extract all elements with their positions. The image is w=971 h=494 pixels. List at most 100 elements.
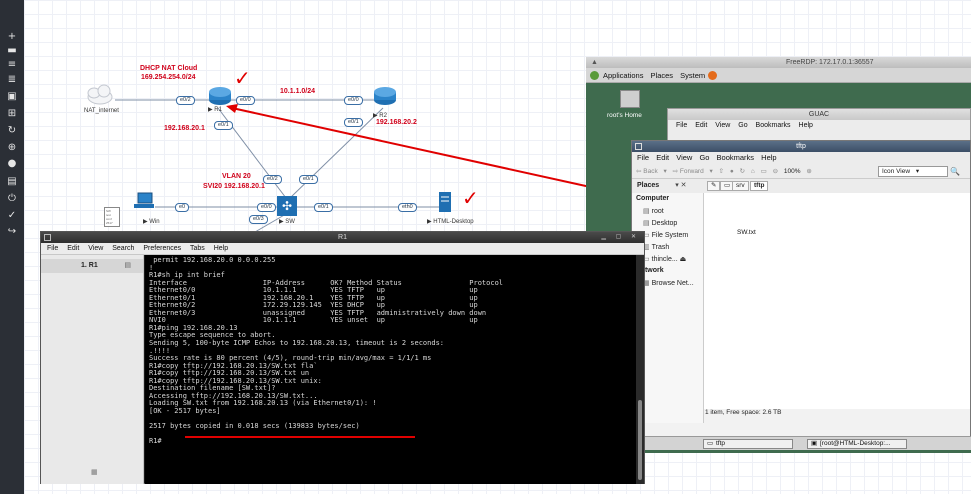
terminal-line: R1# <box>149 437 162 446</box>
r1-menu-preferences[interactable]: Preferences <box>143 245 181 252</box>
guac-menubar: File Edit View Go Bookmarks Help <box>668 120 970 132</box>
tftp-menu-view[interactable]: View <box>676 153 692 162</box>
vlan-svi: SVI20 192.168.20.1 <box>203 183 265 190</box>
port-sw-e01b: e0/1 <box>314 203 333 212</box>
sw-label[interactable]: ▶ SW <box>279 218 295 225</box>
terminal-line: [OK - 2517 bytes] <box>149 406 221 415</box>
guac-menu-help[interactable]: Help <box>799 122 813 129</box>
zoom-level: 100% <box>783 168 801 175</box>
rdp-taskbar: ▭ tftp ▣ [root@HTML-Desktop:... <box>645 436 971 450</box>
tftp-menu-bookmarks[interactable]: Bookmarks <box>717 153 755 162</box>
port-r2-e01: e0/1 <box>344 118 363 127</box>
sidebar-item-browse-network[interactable]: ▦ Browse Net... <box>643 279 694 287</box>
vlan-title: VLAN 20 <box>222 173 251 180</box>
file-name-label[interactable]: SW.txt <box>737 229 756 236</box>
terminal-line: 2517 bytes copied in 0.018 secs (139833 … <box>149 422 360 431</box>
rdp-top-panel: Applications Places System <box>586 68 971 83</box>
r1-menu-tabs[interactable]: Tabs <box>190 245 205 252</box>
stop-icon[interactable]: ● <box>730 168 734 175</box>
tftp-menu-go[interactable]: Go <box>699 153 709 162</box>
guac-menu-file[interactable]: File <box>676 122 687 129</box>
nat-label[interactable]: NAT_internet <box>84 108 119 114</box>
win-label[interactable]: ▶ Win <box>143 218 160 225</box>
terminal-output[interactable]: permit 192.168.20.0 0.0.0.255 ! R1#sh ip… <box>145 255 637 484</box>
dhcp-cloud-title: DHCP NAT Cloud <box>140 65 198 72</box>
guac-menu-view[interactable]: View <box>715 122 730 129</box>
tftp-menu-edit[interactable]: Edit <box>656 153 669 162</box>
tftp-menu-help[interactable]: Help <box>761 153 776 162</box>
folder-icon: ▭ <box>707 440 714 447</box>
r2-label[interactable]: ▶ R2 <box>373 112 387 119</box>
guac-menu-go[interactable]: Go <box>738 122 747 129</box>
home-folder-icon[interactable] <box>620 90 640 108</box>
zoom-in-icon[interactable]: ⊕ <box>806 168 811 175</box>
cloud-icon <box>87 84 113 105</box>
r1-menu-help[interactable]: Help <box>214 245 228 252</box>
port-r2-e00: e0/0 <box>344 96 363 105</box>
window-menu-icon[interactable] <box>635 143 642 150</box>
terminal-icon: ▣ <box>811 440 818 447</box>
terminal-line: Sending 5, 100-byte ICMP Echos to 192.16… <box>149 339 445 348</box>
breadcrumb-tftp[interactable]: tftp <box>750 181 769 191</box>
r1-label[interactable]: ▶ R1 <box>208 106 222 113</box>
html-desktop-label[interactable]: ▶ HTML-Desktop <box>427 218 474 225</box>
window-menu-icon[interactable] <box>44 234 51 241</box>
r1-menu-edit[interactable]: Edit <box>67 245 79 252</box>
router-r2-icon <box>374 87 396 105</box>
panel-menu-system[interactable]: System <box>680 71 705 80</box>
desktop-home-label[interactable]: root's Home <box>607 112 642 119</box>
port-sw-e03: e0/3 <box>249 215 268 224</box>
back-button[interactable]: ⇦ Back ▾ <box>636 168 667 175</box>
tftp-statusbar: 1 item, Free space: 2.6 TB <box>705 409 782 416</box>
r1-lan-ip: 192.168.20.1 <box>164 125 205 132</box>
guac-menu-bookmarks[interactable]: Bookmarks <box>756 122 791 129</box>
forward-button[interactable]: ⇨ Forward ▾ <box>673 168 713 175</box>
text-file-icon[interactable]: SW text conf 2517 <box>104 207 120 227</box>
computer-icon[interactable]: ▭ <box>761 168 767 175</box>
home-icon[interactable]: ⌂ <box>751 168 755 175</box>
sidebar-item-filesystem[interactable]: ▭ File System <box>643 231 688 239</box>
terminal-scrollbar[interactable] <box>636 255 644 484</box>
r1-menu-view[interactable]: View <box>88 245 103 252</box>
edit-location-icon[interactable]: ✎ <box>707 181 721 191</box>
router-r1-icon <box>209 87 231 105</box>
tab-r1[interactable]: 1. R1 ▤ <box>41 259 143 273</box>
r1-menu-file[interactable]: File <box>47 245 58 252</box>
file-view[interactable] <box>704 193 970 409</box>
sidebar-item-desktop[interactable]: ▤ Desktop <box>643 219 677 227</box>
sidebar-computer-header: Computer <box>636 195 670 202</box>
tftp-title: tftp <box>796 143 806 150</box>
taskbar-item-terminal[interactable]: ▣ [root@HTML-Desktop:... <box>807 439 907 449</box>
r1-menu-search[interactable]: Search <box>112 245 134 252</box>
view-mode-select[interactable]: Icon View ▾ <box>878 166 948 177</box>
breadcrumb-srv[interactable]: srv <box>732 181 749 191</box>
applications-icon <box>590 71 599 80</box>
up-icon[interactable]: ⇧ <box>719 168 724 175</box>
guac-title: GUAC <box>668 109 970 120</box>
server-icon <box>439 192 451 212</box>
tftp-window: tftp File Edit View Go Bookmarks Help ⇦ … <box>631 140 971 440</box>
sidebar-item-root[interactable]: ▤ root <box>643 207 664 215</box>
r1-title: R1 <box>338 234 347 241</box>
reload-icon[interactable]: ↻ <box>740 168 745 175</box>
r1-menubar: File Edit View Search Preferences Tabs H… <box>41 243 644 255</box>
sidebar-item-trash[interactable]: ▥ Trash <box>643 243 669 251</box>
taskbar-item-tftp[interactable]: ▭ tftp <box>703 439 793 449</box>
tab-menu-icon[interactable]: ▤ <box>124 259 131 273</box>
window-controls[interactable]: ▁ ▢ ✕ <box>601 232 640 243</box>
port-sw-e01: e0/1 <box>299 175 318 184</box>
r1-terminal-window: R1 ▁ ▢ ✕ File Edit View Search Preferenc… <box>40 231 645 484</box>
terminal-line: Loading SW.txt from 192.168.20.13 (via E… <box>149 399 377 408</box>
panel-menu-applications[interactable]: Applications <box>603 71 643 80</box>
places-selector[interactable]: Places ▾ ✕ <box>637 179 687 193</box>
sidebar-item-thinclient[interactable]: ▭ thincle... ⏏ <box>643 255 686 263</box>
search-icon[interactable]: 🔍 <box>950 166 962 177</box>
firefox-icon[interactable] <box>708 71 717 80</box>
guac-menu-edit[interactable]: Edit <box>695 122 707 129</box>
zoom-out-icon[interactable]: ⊖ <box>773 168 778 175</box>
panel-menu-places[interactable]: Places <box>651 71 674 80</box>
dhcp-cloud-subnet: 169.254.254.0/24 <box>141 74 196 81</box>
port-win-e0: e0 <box>175 203 190 212</box>
tftp-menu-file[interactable]: File <box>637 153 649 162</box>
settings-icon[interactable]: ▦ <box>91 468 98 476</box>
